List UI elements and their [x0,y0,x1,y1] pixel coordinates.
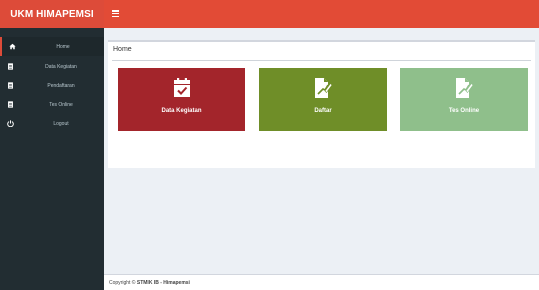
tile-daftar[interactable]: Daftar [259,68,387,131]
footer-copyright: Copyright © STMIK IB - Himapemsi [109,280,190,286]
document-icon [7,82,14,89]
tile-tes-online[interactable]: Tes Online [400,68,528,131]
menu-toggle-icon[interactable] [112,10,120,17]
top-navbar [104,0,539,28]
footer-org: STMIK IB - Himapemsi [136,280,190,286]
sidebar-item-label: Home [56,43,70,50]
footer-prefix: Copyright © [109,280,137,286]
tile-data-kegiatan[interactable]: Data Kegiatan [118,68,245,131]
sidebar-item-label: Data Kegiatan [45,63,77,70]
document-icon [7,101,14,108]
sidebar-item-logout[interactable]: Logout [0,114,104,133]
sidebar-item-label: Logout [53,120,69,127]
page-title: Home [113,46,132,53]
sidebar-item-home[interactable]: Home [0,37,104,56]
sidebar-item-label: Tes Online [49,101,73,108]
home-panel: Home Data Kegiatan Daftar Tes Online [108,40,535,168]
tile-label: Data Kegiatan [161,108,202,114]
app-brand[interactable]: UKM HIMAPEMSI [0,0,104,28]
sidebar-item-tes-online[interactable]: Tes Online [0,95,104,114]
power-icon [7,120,14,127]
sidebar-item-data-kegiatan[interactable]: Data Kegiatan [0,57,104,76]
home-icon [9,43,16,50]
tile-label: Daftar [314,108,332,114]
tile-label: Tes Online [448,108,480,114]
divider [112,60,531,61]
sidebar-item-label: Pendaftaran [47,82,75,89]
calendar-check-icon [173,77,191,99]
footer: Copyright © STMIK IB - Himapemsi [104,274,539,290]
edit-document-icon [455,77,474,99]
sidebar: Home Data Kegiatan Pendaftaran Tes Onlin… [0,28,104,290]
sidebar-item-pendaftaran[interactable]: Pendaftaran [0,76,104,95]
document-icon [7,63,14,70]
edit-document-icon [314,77,333,99]
content-area: Home Data Kegiatan Daftar Tes Online [104,28,539,274]
